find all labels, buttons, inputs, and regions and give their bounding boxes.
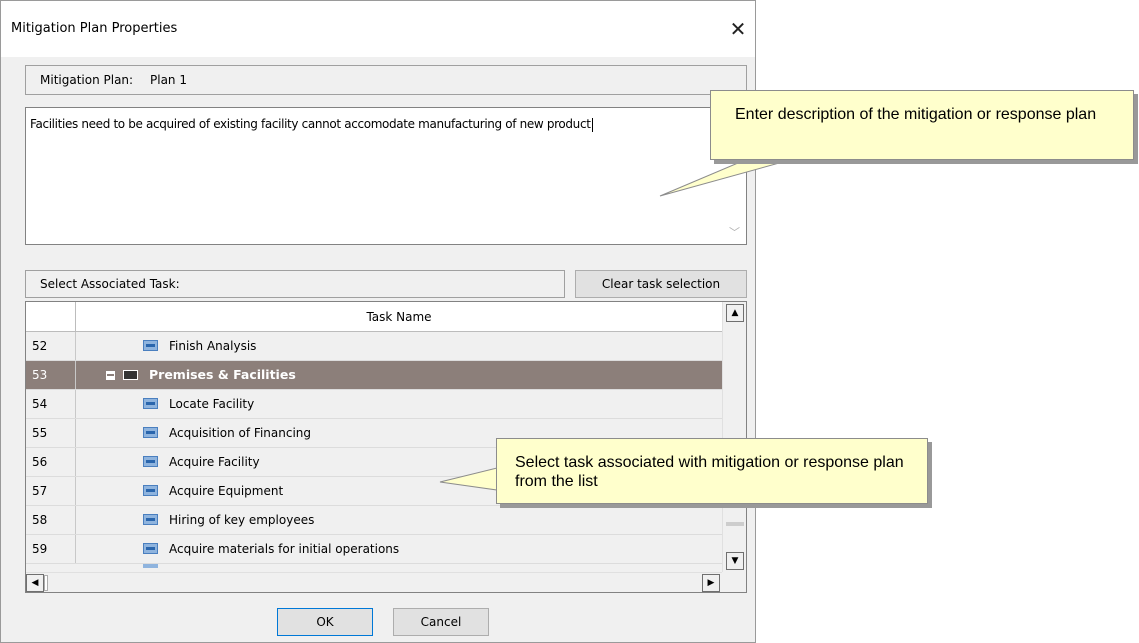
text-caret <box>591 117 593 132</box>
description-textarea[interactable]: Facilities need to be acquired of existi… <box>25 107 747 245</box>
row-number: 55 <box>26 419 76 447</box>
description-callout: Enter description of the mitigation or r… <box>710 90 1134 160</box>
task-icon <box>143 456 158 467</box>
plan-value: Plan 1 <box>150 73 187 87</box>
row-number: 56 <box>26 448 76 476</box>
task-row-summary[interactable]: 53 Premises & Facilities <box>26 361 722 390</box>
scroll-down-icon[interactable]: ▼ <box>726 552 744 570</box>
vertical-scrollbar[interactable]: ▲ ▼ <box>722 302 746 572</box>
task-icon <box>143 543 158 554</box>
task-row[interactable]: 59 Acquire materials for initial operati… <box>26 535 722 564</box>
description-text: Facilities need to be acquired of existi… <box>30 117 593 132</box>
row-number-header <box>26 302 76 332</box>
task-row-partial[interactable] <box>26 564 722 572</box>
row-number: 53 <box>26 361 76 389</box>
task-callout: Select task associated with mitigation o… <box>496 438 928 504</box>
scroll-right-icon[interactable]: ▶ <box>702 574 720 592</box>
task-icon <box>143 398 158 409</box>
title-bar: Mitigation Plan Properties ✕ <box>1 1 755 57</box>
description-callout-text: Enter description of the mitigation or r… <box>735 106 1097 123</box>
horizontal-scroll-thumb[interactable] <box>44 575 48 591</box>
summary-task-icon <box>123 370 138 380</box>
task-name: Premises & Facilities <box>149 367 296 382</box>
task-row[interactable]: 52 Finish Analysis <box>26 332 722 361</box>
task-name: Acquire materials for initial operations <box>169 542 400 556</box>
row-number: 59 <box>26 535 76 563</box>
task-icon <box>143 514 158 525</box>
task-row[interactable]: 58 Hiring of key employees <box>26 506 722 535</box>
row-number: 52 <box>26 332 76 360</box>
task-name: Acquisition of Financing <box>169 426 312 440</box>
row-number: 58 <box>26 506 76 534</box>
task-name: Locate Facility <box>169 397 255 411</box>
vertical-scroll-thumb[interactable] <box>726 522 744 526</box>
task-name: Hiring of key employees <box>169 513 315 527</box>
task-name: Acquire Equipment <box>169 484 284 498</box>
clear-task-selection-button[interactable]: Clear task selection <box>575 270 747 298</box>
task-row[interactable]: 54 Locate Facility <box>26 390 722 419</box>
row-number: 57 <box>26 477 76 505</box>
select-task-label-box: Select Associated Task: <box>25 270 565 298</box>
task-icon <box>143 340 158 351</box>
select-task-label: Select Associated Task: <box>40 277 180 291</box>
scroll-left-icon[interactable]: ◀ <box>26 574 44 592</box>
task-name: Finish Analysis <box>169 339 257 353</box>
ok-button[interactable]: OK <box>277 608 373 636</box>
scroll-up-icon[interactable]: ▲ <box>726 304 744 322</box>
task-icon <box>143 485 158 496</box>
mitigation-plan-dialog: Mitigation Plan Properties ✕ Mitigation … <box>0 0 756 643</box>
close-icon[interactable]: ✕ <box>724 15 752 43</box>
dialog-title: Mitigation Plan Properties <box>11 21 178 36</box>
task-callout-text: Select task associated with mitigation o… <box>515 454 904 490</box>
task-name: Acquire Facility <box>169 455 260 469</box>
chevron-down-icon: ﹀ <box>729 226 740 239</box>
row-number: 54 <box>26 390 76 418</box>
cancel-button[interactable]: Cancel <box>393 608 489 636</box>
horizontal-scrollbar[interactable]: ◀ ▶ <box>26 572 722 592</box>
plan-label: Mitigation Plan: <box>40 73 134 87</box>
task-name-column-header[interactable]: Task Name <box>76 302 722 332</box>
plan-name-box: Mitigation Plan: Plan 1 <box>25 65 747 95</box>
task-icon <box>143 564 158 568</box>
collapse-icon[interactable] <box>106 371 115 380</box>
task-icon <box>143 427 158 438</box>
